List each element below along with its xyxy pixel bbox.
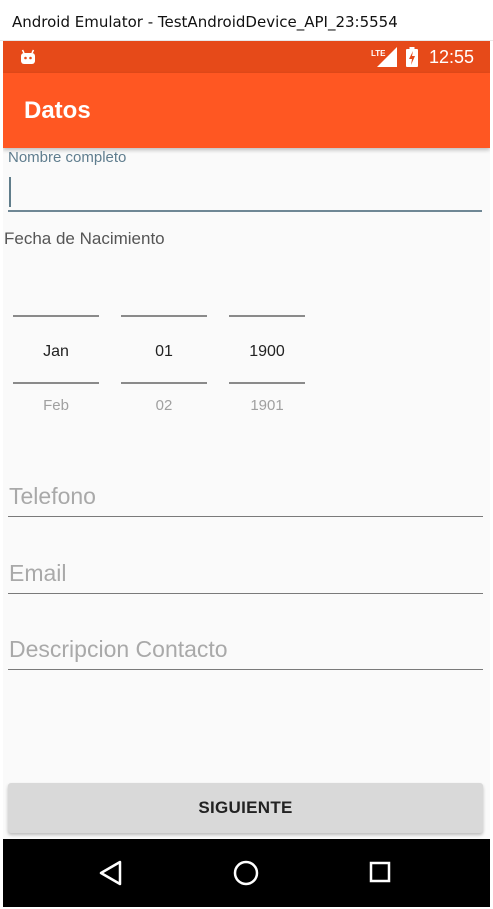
android-notification-icon bbox=[21, 49, 35, 64]
next-button[interactable]: SIGUIENTE bbox=[8, 783, 483, 833]
back-icon[interactable] bbox=[98, 859, 124, 887]
month-picker-top-divider bbox=[13, 315, 99, 317]
status-bar: LTE 12:55 bbox=[3, 41, 490, 73]
year-picker-bottom-divider bbox=[229, 382, 305, 384]
year-selected[interactable]: 1900 bbox=[229, 343, 305, 361]
recents-icon[interactable] bbox=[369, 861, 391, 883]
month-next[interactable]: Feb bbox=[13, 397, 99, 414]
day-selected[interactable]: 01 bbox=[121, 343, 207, 361]
app-bar: Datos bbox=[3, 73, 490, 148]
lte-signal-icon: LTE bbox=[371, 47, 397, 67]
device-screen: LTE 12:55 Datos Nombre completo Fecha de… bbox=[3, 41, 490, 907]
year-picker-top-divider bbox=[229, 315, 305, 317]
status-clock: 12:55 bbox=[429, 47, 475, 67]
svg-text:LTE: LTE bbox=[371, 49, 386, 58]
window-title-bar: Android Emulator - TestAndroidDevice_API… bbox=[0, 0, 493, 41]
day-picker-bottom-divider bbox=[121, 382, 207, 384]
window-title: Android Emulator - TestAndroidDevice_API… bbox=[12, 13, 398, 31]
month-picker-bottom-divider bbox=[13, 382, 99, 384]
full-name-input[interactable] bbox=[8, 172, 482, 212]
full-name-label: Nombre completo bbox=[8, 149, 127, 166]
home-icon[interactable] bbox=[232, 859, 260, 887]
phone-field[interactable]: Telefono bbox=[8, 477, 483, 517]
text-cursor bbox=[9, 177, 11, 207]
page-title: Datos bbox=[24, 97, 91, 124]
navigation-bar bbox=[3, 839, 490, 907]
email-placeholder: Email bbox=[9, 560, 67, 586]
contact-description-placeholder: Descripcion Contacto bbox=[9, 636, 228, 662]
contact-description-field[interactable]: Descripcion Contacto bbox=[8, 630, 483, 670]
day-picker-top-divider bbox=[121, 315, 207, 317]
day-next[interactable]: 02 bbox=[121, 397, 207, 414]
battery-charging-icon bbox=[406, 47, 418, 67]
phone-placeholder: Telefono bbox=[9, 483, 96, 509]
month-selected[interactable]: Jan bbox=[13, 343, 99, 361]
birthdate-label: Fecha de Nacimiento bbox=[4, 229, 165, 248]
email-field[interactable]: Email bbox=[8, 554, 483, 594]
year-next[interactable]: 1901 bbox=[229, 397, 305, 414]
